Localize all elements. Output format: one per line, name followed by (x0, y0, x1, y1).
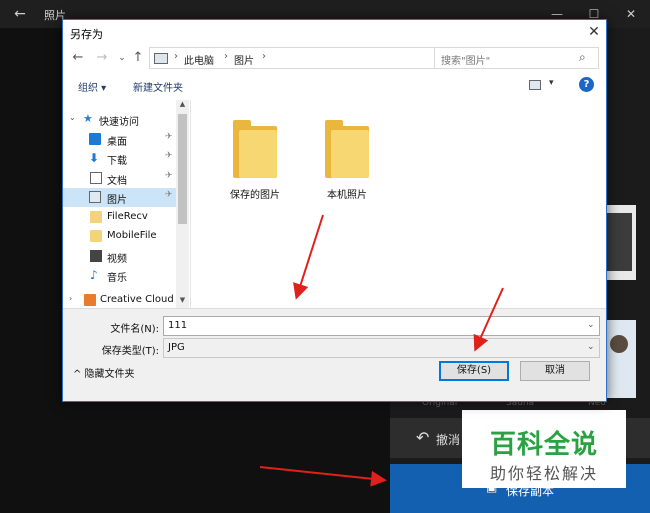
nav-item-documents[interactable]: 文档 ✈ (63, 169, 176, 188)
video-icon (90, 250, 102, 262)
desktop-icon (89, 133, 101, 145)
breadcrumb-this-pc[interactable]: 此电脑 (184, 52, 214, 67)
nav-item-downloads[interactable]: ⬇ 下载 ✈ (63, 149, 176, 168)
organize-menu[interactable]: 组织 ▾ (78, 79, 106, 94)
filetype-value: JPG (168, 342, 185, 353)
save-as-dialog: 另存为 ✕ ← → ⌄ ↑ › 此电脑 › 图片 › ⌄ ↻ 搜索"图片" ⌕ … (62, 19, 607, 402)
dialog-toolbar: 组织 ▾ 新建文件夹 ▾ ? (63, 75, 606, 99)
filetype-label: 保存类型(T): (101, 346, 159, 357)
breadcrumb-separator: › (262, 51, 266, 62)
back-arrow-icon[interactable]: ← (10, 4, 30, 24)
nav-item-label: FileRecv (107, 211, 148, 222)
nav-item-label: 视频 (107, 254, 127, 265)
navigation-scrollbar[interactable]: ▲ ▼ (176, 100, 189, 308)
expand-icon[interactable]: › (69, 294, 72, 303)
nav-item-label: 音乐 (107, 273, 127, 284)
dialog-footer: 文件名(N): 111 ⌄ 保存类型(T): JPG ⌄ ^ 隐藏文件夹 保存(… (63, 308, 606, 401)
nav-item-label: MobileFile (107, 230, 157, 241)
folder-icon (325, 120, 369, 178)
pictures-icon (89, 191, 101, 203)
pin-icon: ✈ (165, 151, 173, 161)
folder-item-saved-pictures[interactable]: 保存的图片 (215, 114, 295, 210)
nav-item-music[interactable]: ♪ 音乐 (63, 266, 176, 285)
back-icon[interactable]: ← (69, 49, 87, 67)
help-icon[interactable]: ? (579, 77, 594, 92)
breadcrumb-separator: › (174, 51, 178, 62)
breadcrumb-separator: › (224, 51, 228, 62)
search-input[interactable]: 搜索"图片" ⌕ (434, 47, 599, 69)
nav-item-quick-access[interactable]: ⌄ ★ 快速访问 (63, 110, 176, 129)
save-button[interactable]: 保存(S) (439, 361, 509, 381)
folder-label: 本机照片 (327, 190, 367, 201)
navigation-pane: ⌄ ★ 快速访问 桌面 ✈ ⬇ 下载 ✈ 文档 ✈ 图片 ✈ FileRecv (63, 100, 189, 308)
nav-item-videos[interactable]: 视频 (63, 247, 176, 266)
folder-icon (90, 211, 102, 223)
scroll-up-icon[interactable]: ▲ (176, 100, 189, 112)
nav-item-label: 文档 (107, 176, 127, 187)
filetype-select[interactable]: JPG ⌄ (163, 338, 600, 358)
dialog-title: 另存为 (70, 28, 103, 41)
view-icon[interactable] (529, 80, 541, 90)
search-placeholder: 搜索"图片" (441, 56, 491, 67)
scroll-down-icon[interactable]: ▼ (176, 296, 189, 308)
folder-icon (233, 120, 277, 178)
nav-item-desktop[interactable]: 桌面 ✈ (63, 130, 176, 149)
nav-item-label: 下载 (107, 156, 127, 167)
forward-icon[interactable]: → (93, 49, 111, 67)
filename-value: 111 (168, 320, 188, 331)
nav-item-label: 快速访问 (99, 117, 139, 128)
star-icon: ★ (83, 112, 93, 125)
filetype-dropdown-icon[interactable]: ⌄ (587, 342, 595, 352)
cancel-button[interactable]: 取消 (520, 361, 590, 381)
nav-item-pictures[interactable]: 图片 ✈ (63, 188, 176, 207)
watermark-subtitle: 助你轻松解决 (489, 464, 598, 483)
filename-input[interactable]: 111 ⌄ (163, 316, 600, 336)
scroll-thumb[interactable] (178, 114, 187, 224)
file-list: 保存的图片 本机照片 (190, 100, 606, 308)
undo-label: 撤消 (436, 433, 461, 447)
pc-icon (154, 53, 168, 64)
new-folder-button[interactable]: 新建文件夹 (133, 79, 183, 94)
dialog-close-icon[interactable]: ✕ (583, 22, 605, 42)
breadcrumb-pictures[interactable]: 图片 (234, 52, 254, 67)
search-icon: ⌕ (579, 50, 586, 64)
creative-cloud-icon (84, 294, 96, 306)
view-dropdown-icon[interactable]: ▾ (549, 78, 554, 88)
document-icon (90, 172, 102, 184)
music-icon: ♪ (90, 268, 98, 282)
download-icon: ⬇ (89, 151, 100, 165)
filename-dropdown-icon[interactable]: ⌄ (587, 320, 595, 330)
nav-item-label: 桌面 (107, 137, 127, 148)
folder-label: 保存的图片 (230, 190, 280, 201)
nav-item-mobilefile[interactable]: MobileFile (63, 227, 176, 246)
filename-label: 文件名(N): (110, 324, 159, 335)
watermark-logo: 百科全说 助你轻松解决 (462, 410, 626, 488)
up-icon[interactable]: ↑ (129, 49, 147, 67)
expand-icon[interactable]: ⌄ (69, 113, 76, 122)
watermark-title: 百科全说 (489, 430, 598, 460)
folder-item-camera-roll[interactable]: 本机照片 (307, 114, 387, 210)
pin-icon: ✈ (165, 171, 173, 181)
pin-icon: ✈ (165, 132, 173, 142)
nav-item-filerecv[interactable]: FileRecv (63, 208, 176, 227)
undo-icon: ↶ (416, 428, 430, 447)
nav-item-label: 图片 (107, 195, 127, 206)
folder-icon (90, 230, 102, 242)
pin-icon: ✈ (165, 190, 173, 200)
close-icon[interactable]: ✕ (620, 4, 642, 24)
nav-item-label: Creative Cloud F (100, 294, 183, 305)
nav-item-creative-cloud[interactable]: › Creative Cloud F (63, 291, 183, 308)
hide-folders-toggle[interactable]: ^ 隐藏文件夹 (73, 365, 135, 380)
